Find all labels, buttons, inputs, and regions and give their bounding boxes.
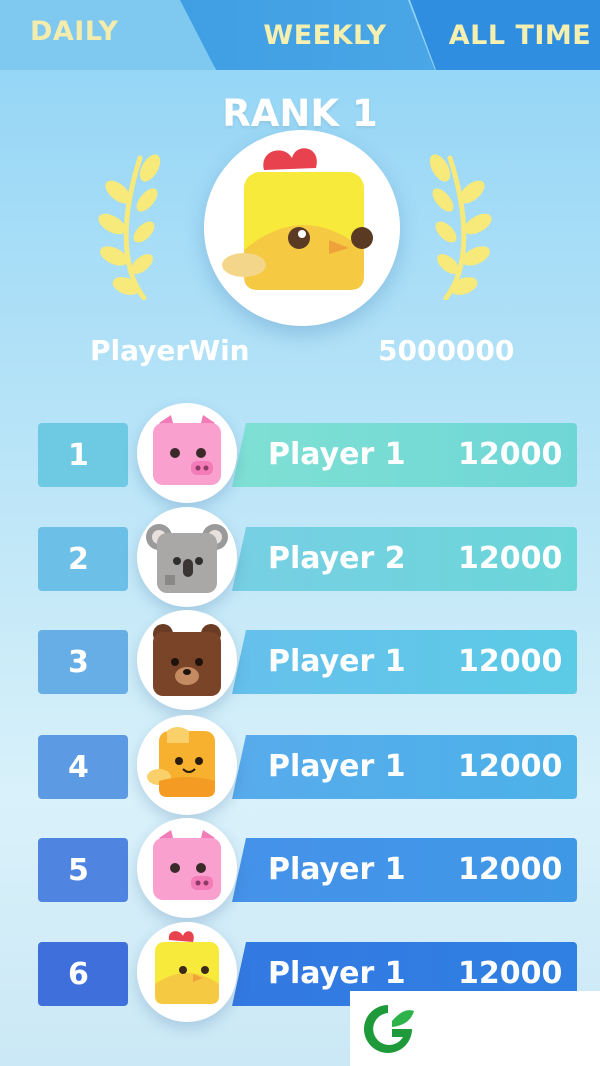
leaderboard-row[interactable]: 3 Player 1 12000 [0,610,600,710]
player-name: Player 2 [268,541,406,576]
hero-player-name: PlayerWin [90,334,250,367]
player-score: 12000 [458,956,563,991]
leaderboard-tabs: DAILY WEEKLY ALL TIME [0,0,600,70]
g-leaf-logo-icon [364,1005,414,1053]
player-name: Player 1 [268,644,406,679]
hero-avatar[interactable] [204,130,400,326]
rank-badge: 5 [38,838,128,902]
player-avatar [137,922,237,1022]
player-name: Player 1 [268,852,406,887]
player-score: 12000 [458,852,563,887]
player-score: 12000 [458,541,563,576]
leaderboard-row[interactable]: 5 Player 1 12000 [0,818,600,918]
cat-icon [147,727,215,797]
laurel-right-icon [429,154,492,300]
tab-daily-label: DAILY [30,15,119,47]
koala-icon [146,524,228,593]
leaderboard-row[interactable]: 1 Player 1 12000 [0,403,600,503]
player-score: 12000 [458,749,563,784]
hero-rank-title: RANK 1 [222,92,378,135]
player-name: Player 1 [268,437,406,472]
watermark-box [350,991,600,1066]
rank-badge: 6 [38,942,128,1006]
rank-badge: 2 [38,527,128,591]
player-avatar [137,403,237,503]
player-avatar [137,507,237,607]
player-name: Player 1 [268,956,406,991]
rank-badge: 4 [38,735,128,799]
tab-weekly-label: WEEKLY [263,19,387,51]
rank-badge: 1 [38,423,128,487]
player-score: 12000 [458,437,563,472]
tab-weekly[interactable]: WEEKLY [180,0,435,70]
pig-icon [153,830,221,900]
pig-icon [153,415,221,485]
rank-badge: 3 [38,630,128,694]
player-avatar [137,818,237,918]
player-name: Player 1 [268,749,406,784]
leaderboard-row[interactable]: 2 Player 2 12000 [0,507,600,607]
chick-icon [222,148,373,290]
hero-score: 5000000 [378,334,515,367]
tab-all-time[interactable]: ALL TIME [410,0,600,70]
player-avatar [137,610,237,710]
chick-icon [155,931,219,1004]
leaderboard-row[interactable]: 4 Player 1 12000 [0,715,600,815]
player-score: 12000 [458,644,563,679]
tab-all-time-label: ALL TIME [448,19,592,51]
bear-icon [153,624,221,696]
player-avatar [137,715,237,815]
laurel-left-icon [98,154,161,300]
tab-daily[interactable]: DAILY [0,0,215,70]
